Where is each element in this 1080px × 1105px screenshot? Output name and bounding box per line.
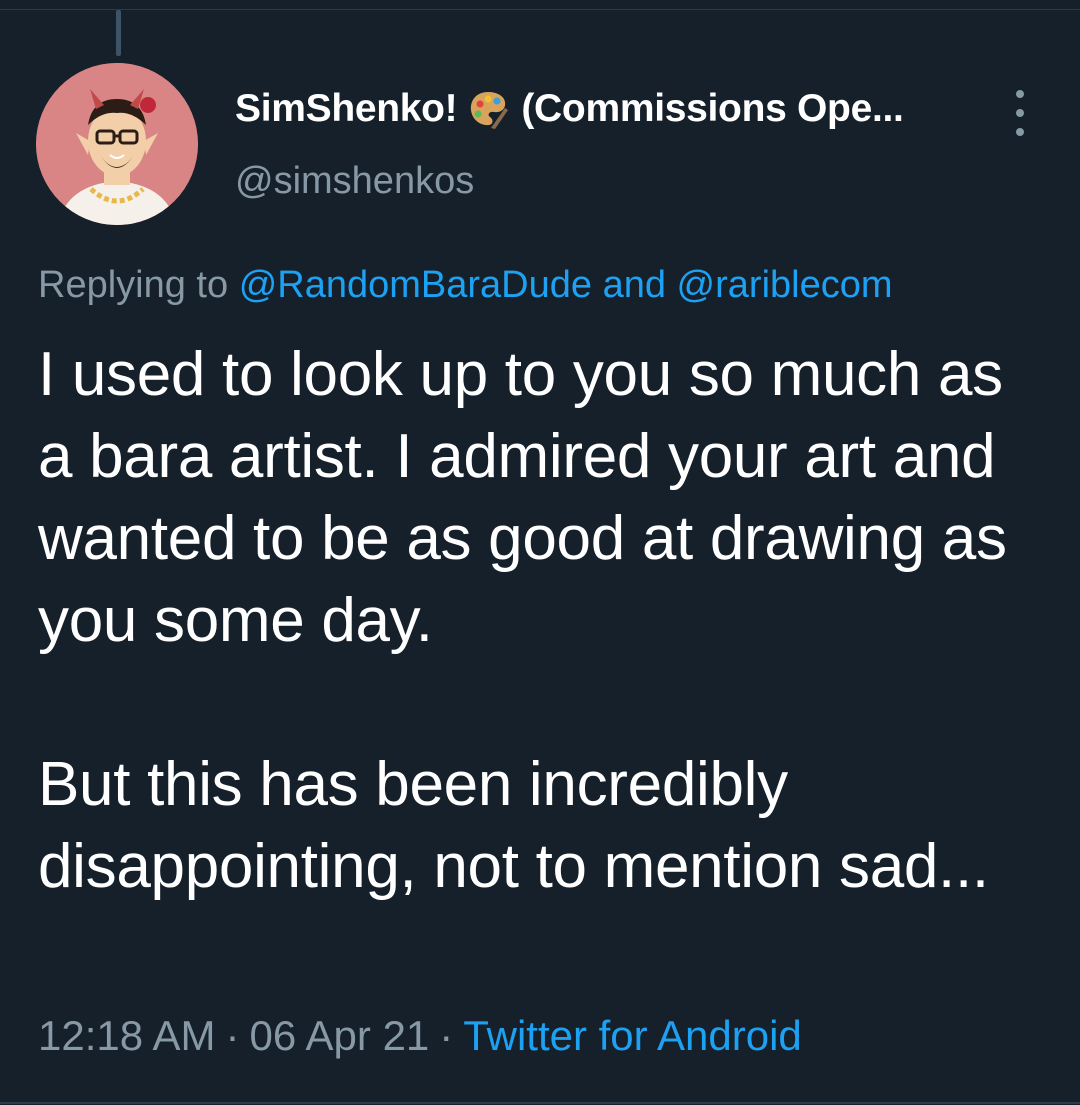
author-handle[interactable]: @simshenkos xyxy=(235,160,474,203)
more-dot xyxy=(1016,109,1024,117)
display-name-suffix[interactable]: (Commissions Ope... xyxy=(521,87,904,131)
artist-palette-icon xyxy=(467,88,509,130)
meta-separator: · xyxy=(225,1012,240,1059)
display-name[interactable]: SimShenko! xyxy=(235,87,458,131)
thread-connector-line xyxy=(116,10,121,56)
tweet-body: I used to look up to you so much as a ba… xyxy=(38,334,1048,908)
mention-link-rariblecom[interactable]: @rariblecom xyxy=(677,264,893,306)
more-vertical-icon[interactable] xyxy=(1008,90,1032,136)
avatar[interactable] xyxy=(36,63,198,225)
tweet-time[interactable]: 12:18 AM xyxy=(38,1012,215,1059)
top-divider xyxy=(0,9,1080,10)
more-dot xyxy=(1016,128,1024,136)
meta-separator: · xyxy=(439,1012,454,1059)
mention-link-randombaradude[interactable]: @RandomBaraDude xyxy=(239,264,592,306)
tweet-paragraph-1: I used to look up to you so much as a ba… xyxy=(38,340,1007,655)
replying-joiner[interactable]: and xyxy=(603,264,666,306)
replying-prefix: Replying to xyxy=(38,264,229,306)
author-name-row[interactable]: SimShenko! (Commissions Ope... xyxy=(235,84,904,134)
bottom-divider xyxy=(0,1102,1080,1104)
tweet-meta: 12:18 AM · 06 Apr 21 · Twitter for Android xyxy=(38,1012,802,1060)
tweet-source-link[interactable]: Twitter for Android xyxy=(463,1012,801,1059)
replying-to: Replying to @RandomBaraDude and @rarible… xyxy=(38,264,893,307)
tweet-date[interactable]: 06 Apr 21 xyxy=(249,1012,429,1059)
more-dot xyxy=(1016,90,1024,98)
cartoon-avatar-icon xyxy=(36,63,198,225)
tweet-paragraph-2: But this has been incredibly disappointi… xyxy=(38,750,989,901)
